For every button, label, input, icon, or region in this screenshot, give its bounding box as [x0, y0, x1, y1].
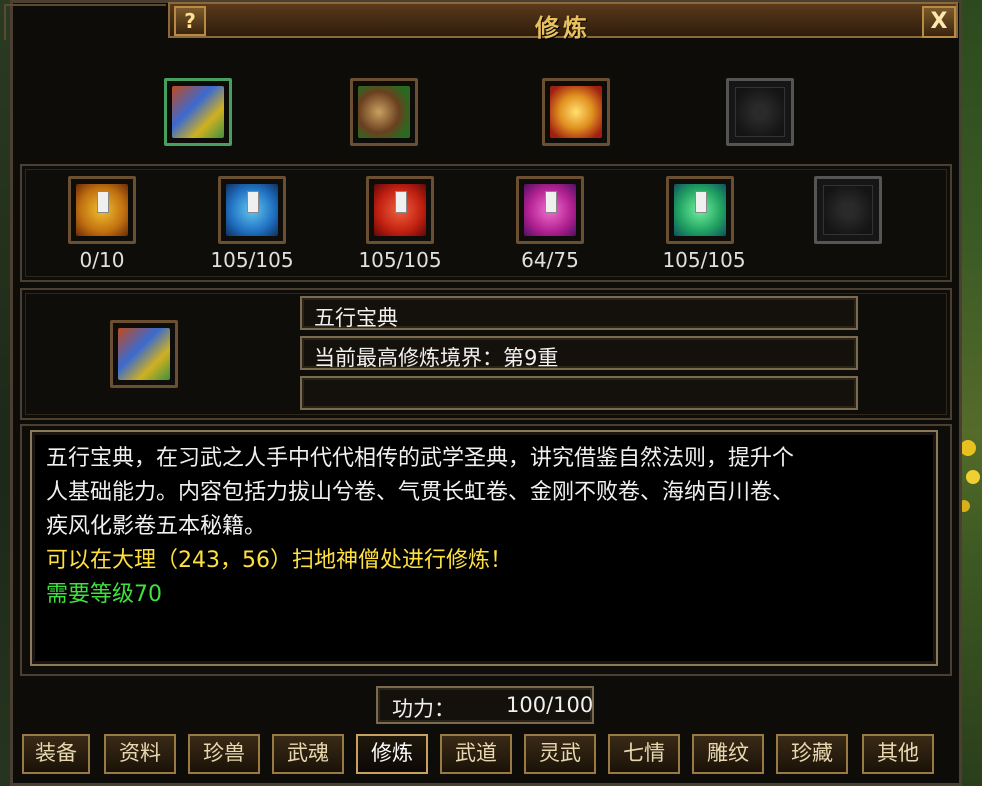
help-button[interactable]: ? [174, 6, 206, 36]
purple-book-icon [524, 184, 576, 236]
description-line-1: 五行宝典，在习武之人手中代代相传的武学圣典，讲究借鉴自然法则，提升个 [46, 446, 795, 471]
close-button[interactable]: X [922, 6, 956, 38]
power-field: 功力： 100/100 [376, 686, 594, 724]
tab-martial-soul[interactable]: 武魂 [272, 734, 344, 774]
scroll-bundle-icon [358, 86, 410, 138]
location-text: 可以在大理（243，56）扫地神僧处进行修炼！ [46, 548, 512, 573]
tab-collection[interactable]: 珍藏 [776, 734, 848, 774]
skill-book-progress-5: 105/105 [662, 248, 746, 272]
golden-scroll-icon [550, 86, 602, 138]
skill-book-progress-4: 64/75 [521, 248, 579, 272]
book-name: 五行宝典 [314, 306, 398, 330]
tab-spirit-weapon[interactable]: 灵武 [524, 734, 596, 774]
tab-profile[interactable]: 资料 [104, 734, 176, 774]
slot-scroll-bundle[interactable] [350, 78, 418, 146]
skill-book-slot-1[interactable] [68, 176, 136, 244]
tab-other[interactable]: 其他 [862, 734, 934, 774]
multicolor-book-icon [118, 328, 170, 380]
skill-book-slot-6[interactable] [814, 176, 882, 244]
realm-text: 当前最高修炼境界：第9重 [314, 346, 559, 370]
skill-book-slot-4[interactable] [516, 176, 584, 244]
description-box: 五行宝典，在习武之人手中代代相传的武学圣典，讲究借鉴自然法则，提升个 人基础能力… [30, 430, 938, 666]
book-name-field: 五行宝典 [300, 296, 858, 330]
tab-pets[interactable]: 珍兽 [188, 734, 260, 774]
slot-multicolor-book[interactable] [164, 78, 232, 146]
skill-book-progress-3: 105/105 [358, 248, 442, 272]
green-book-icon [674, 184, 726, 236]
slot-golden-scroll[interactable] [542, 78, 610, 146]
tab-engraving[interactable]: 雕纹 [692, 734, 764, 774]
realm-field: 当前最高修炼境界：第9重 [300, 336, 858, 370]
tab-cultivation[interactable]: 修炼 [356, 734, 428, 774]
description-line-2: 人基础能力。内容包括力拔山兮卷、气贯长虹卷、金刚不败卷、海纳百川卷、 [46, 480, 795, 505]
red-book-icon [374, 184, 426, 236]
yellow-book-icon [76, 184, 128, 236]
window-title: 修炼 [535, 13, 591, 42]
skill-book-slot-3[interactable] [366, 176, 434, 244]
skill-book-progress-1: 0/10 [79, 248, 125, 272]
tab-equipment[interactable]: 装备 [22, 734, 90, 774]
tab-seven-emotions[interactable]: 七情 [608, 734, 680, 774]
multicolor-book-icon [172, 86, 224, 138]
skill-book-progress-2: 105/105 [210, 248, 294, 272]
blue-book-icon [226, 184, 278, 236]
requirement-text: 需要等级70 [46, 582, 162, 607]
power-value: 100/100 [506, 693, 594, 717]
description-line-3: 疾风化影卷五本秘籍。 [46, 514, 267, 539]
power-label: 功力： [392, 697, 455, 721]
skill-book-slot-5[interactable] [666, 176, 734, 244]
slot-empty-top[interactable] [726, 78, 794, 146]
corner-ornament [4, 4, 166, 40]
detail-book-slot[interactable] [110, 320, 178, 388]
skill-book-slot-2[interactable] [218, 176, 286, 244]
tab-martial-way[interactable]: 武道 [440, 734, 512, 774]
extra-field [300, 376, 858, 410]
title-bar[interactable]: 修炼 [168, 2, 958, 42]
